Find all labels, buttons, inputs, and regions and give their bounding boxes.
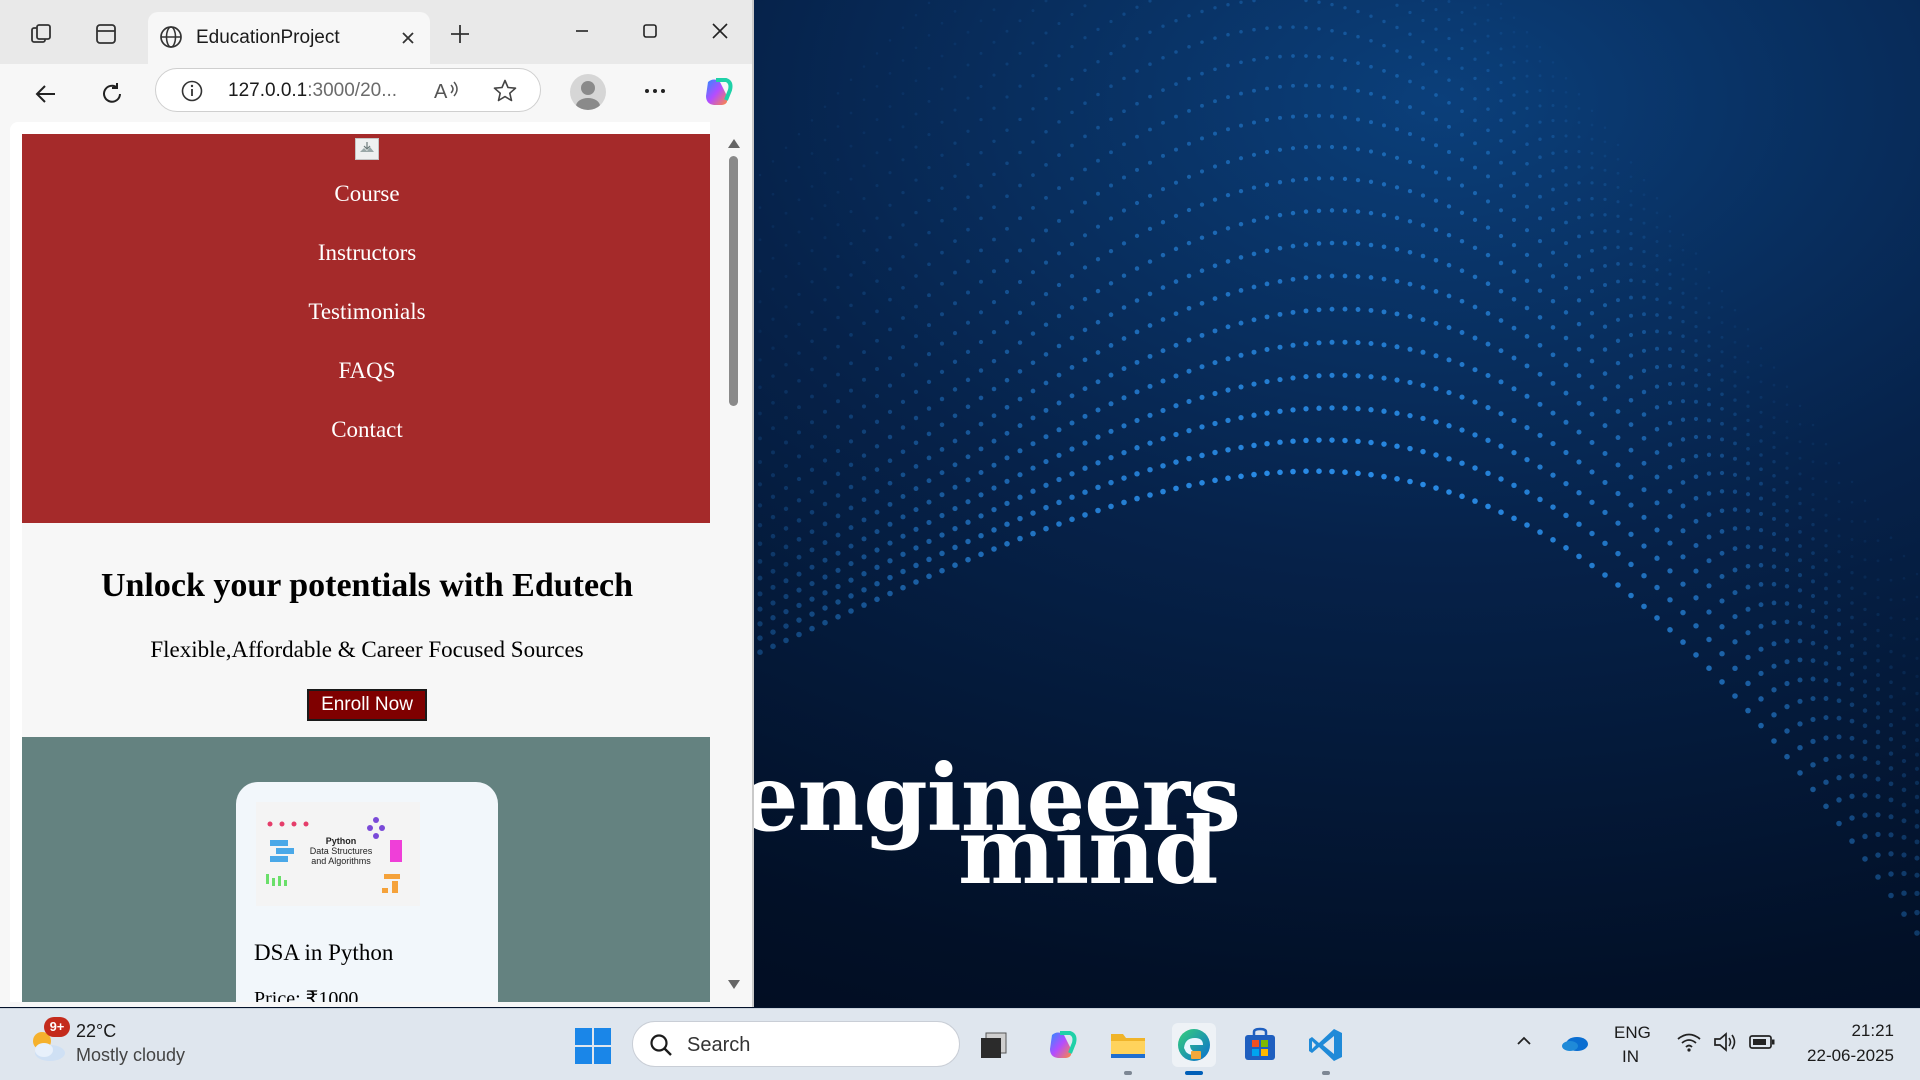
tab-title: EducationProject [196, 27, 340, 48]
nav-link-contact[interactable]: Contact [22, 417, 710, 443]
nav-link-faqs[interactable]: FAQS [22, 358, 710, 384]
file-explorer-icon[interactable] [1106, 1023, 1150, 1075]
search-icon [649, 1033, 673, 1062]
window-close-icon[interactable] [698, 14, 742, 48]
browser-window: EducationProject 127.0.0.1:3000/20... A … [0, 0, 754, 1007]
language-indicator[interactable]: ENG [1614, 1023, 1651, 1043]
copilot-icon[interactable] [700, 74, 736, 115]
course-image-caption-ds: Data Structures [309, 846, 373, 856]
web-page-viewport: Course Instructors Testimonials FAQS Con… [10, 122, 710, 1002]
svg-text:A: A [434, 81, 448, 103]
site-navigation: Course Instructors Testimonials FAQS Con… [22, 134, 710, 523]
read-aloud-icon[interactable]: A [433, 79, 461, 108]
tab-actions-icon[interactable] [92, 20, 120, 48]
windows-start-icon[interactable] [574, 1027, 612, 1070]
hero-title: Unlock your potentials with Edutech [100, 567, 634, 604]
wifi-icon[interactable] [1676, 1031, 1702, 1058]
course-image-caption-algo: and Algorithms [311, 856, 371, 866]
store-icon[interactable] [1238, 1023, 1282, 1067]
plus-icon[interactable] [446, 20, 474, 48]
favorite-star-icon[interactable] [492, 78, 518, 109]
tab-bar: EducationProject [0, 0, 752, 64]
language-region[interactable]: IN [1622, 1047, 1639, 1067]
clock-date[interactable]: 22-06-2025 [1807, 1046, 1894, 1066]
minimize-icon[interactable] [560, 14, 604, 48]
vscode-icon[interactable] [1304, 1023, 1348, 1075]
scrollbar-thumb[interactable] [729, 156, 738, 406]
weather-description[interactable]: Mostly cloudy [76, 1045, 185, 1066]
enroll-now-button[interactable]: Enroll Now [307, 689, 427, 721]
taskbar-search[interactable]: Search [632, 1021, 960, 1067]
info-icon[interactable] [180, 79, 204, 108]
course-card[interactable]: Python Data Structures and Algorithms DS… [236, 782, 498, 1002]
refresh-icon[interactable] [94, 76, 130, 112]
workspaces-icon[interactable] [28, 20, 56, 48]
chevron-up-icon[interactable] [1514, 1031, 1534, 1056]
taskbar: 9+ 22°C Mostly cloudy Search ENG IN 21:2… [0, 1008, 1920, 1080]
active-indicator [1185, 1071, 1203, 1075]
site-logo-broken-image-icon[interactable] [355, 138, 379, 160]
profile-icon[interactable] [570, 74, 606, 110]
tab-education-project[interactable]: EducationProject [148, 12, 430, 64]
course-image: Python Data Structures and Algorithms [256, 802, 420, 906]
task-view-icon[interactable] [972, 1023, 1016, 1067]
weather-temperature[interactable]: 22°C [76, 1021, 116, 1042]
course-image-caption-python: Python [325, 836, 357, 846]
address-path: :3000/20... [307, 80, 398, 101]
courses-section: Python Data Structures and Algorithms DS… [22, 737, 710, 1002]
page-scrollbar[interactable] [720, 128, 746, 998]
copilot-app-icon[interactable] [1040, 1023, 1084, 1067]
globe-icon [158, 24, 184, 55]
address-bar[interactable]: 127.0.0.1:3000/20... A [155, 68, 541, 112]
battery-icon[interactable] [1748, 1031, 1776, 1058]
hero-section: Unlock your potentials with Edutech Flex… [22, 523, 710, 737]
search-label: Search [687, 1034, 751, 1056]
scroll-down-arrow-icon[interactable] [727, 978, 741, 996]
scroll-up-arrow-icon[interactable] [727, 136, 741, 154]
course-price: Price: ₹1000 [254, 988, 359, 1002]
hero-subtitle: Flexible,Affordable & Career Focused Sou… [150, 637, 584, 662]
weather-notification-badge: 9+ [44, 1017, 70, 1037]
nav-link-testimonials[interactable]: Testimonials [22, 299, 710, 325]
running-indicator-vscode [1322, 1071, 1330, 1075]
web-page: Course Instructors Testimonials FAQS Con… [22, 134, 710, 1002]
nav-link-course[interactable]: Course [22, 181, 710, 207]
wallpaper-word-mind: mind [958, 797, 1219, 905]
running-indicator [1124, 1071, 1132, 1075]
address-host: 127.0.0.1 [228, 80, 308, 101]
back-icon[interactable] [28, 76, 64, 112]
volume-icon[interactable] [1712, 1031, 1738, 1058]
course-image-caption: Python Data Structures and Algorithms [306, 836, 376, 866]
clock-time[interactable]: 21:21 [1851, 1021, 1894, 1041]
maximize-icon[interactable] [628, 14, 672, 48]
course-title: DSA in Python [254, 940, 394, 965]
nav-link-instructors[interactable]: Instructors [22, 240, 710, 266]
browser-toolbar: 127.0.0.1:3000/20... A [0, 64, 752, 122]
onedrive-icon[interactable] [1560, 1031, 1590, 1058]
address-url[interactable]: 127.0.0.1:3000/20... [228, 80, 397, 102]
close-icon[interactable] [394, 24, 422, 52]
more-icon[interactable] [640, 76, 670, 111]
edge-icon[interactable] [1172, 1023, 1216, 1075]
